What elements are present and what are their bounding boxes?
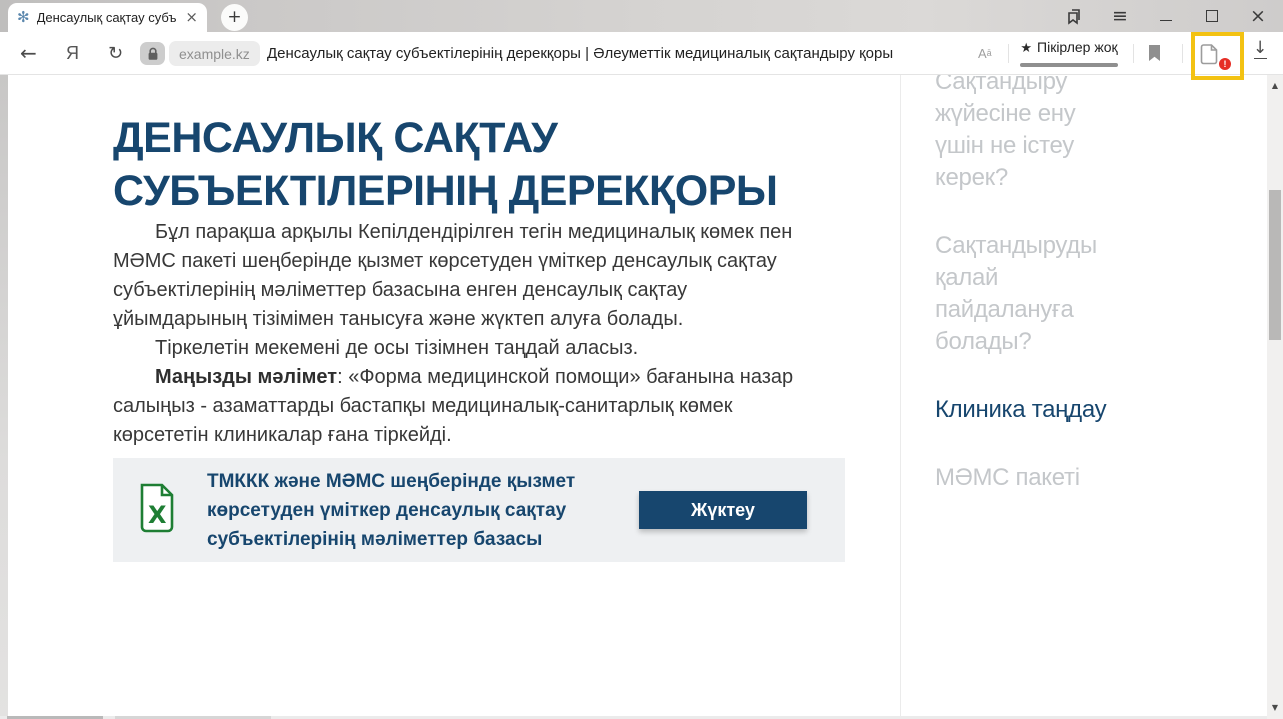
- back-button[interactable]: ←: [20, 32, 37, 74]
- refresh-button[interactable]: ↻: [108, 32, 123, 74]
- sidebar-item-mams-package[interactable]: МӘМС пакеті: [935, 462, 1117, 494]
- column-divider: [900, 75, 901, 716]
- reviews-label: Пікірлер жоқ: [1037, 39, 1118, 55]
- intro-paragraph: Бұл парақша арқылы Кепілдендірілген тегі…: [113, 218, 813, 334]
- tab-bar: ✻ Денсаулық сақтау субъ × + ≡ ×: [0, 0, 1283, 32]
- page-viewport: ДЕНСАУЛЫҚ САҚТАУ СУБЪЕКТІЛЕРІНІҢ ДЕРЕКҚО…: [0, 75, 1283, 719]
- important-note-label: Маңызды мәлімет: [155, 366, 337, 388]
- toolbar-divider: [1182, 44, 1183, 63]
- browser-toolbar: ← Я ↻ example.kz Денсаулық сақтау субъек…: [0, 32, 1283, 75]
- document-icon: [1200, 42, 1220, 66]
- sidebar-item-join-insurance[interactable]: Сақтандыру жүйесіне ену үшін не істеу ке…: [935, 75, 1117, 194]
- tab-panel-icon: [1066, 8, 1083, 25]
- secondary-paragraph: Тіркелетін мекемені де осы тізімнен таңд…: [113, 334, 813, 363]
- download-icon: ↓: [1253, 40, 1267, 57]
- download-file-label: ТМККК және МӘМС шеңберінде қызмет көрсет…: [207, 467, 607, 554]
- tab-close-icon[interactable]: ×: [185, 10, 198, 25]
- yandex-home-button[interactable]: Я: [66, 32, 79, 74]
- bookmark-button[interactable]: [1148, 45, 1161, 67]
- sidebar-item-use-insurance[interactable]: Сақтандыруды қалай пайдалануға болады?: [935, 230, 1117, 358]
- browser-tab[interactable]: ✻ Денсаулық сақтау субъ ×: [8, 3, 207, 32]
- star-icon: ★: [1020, 41, 1032, 56]
- site-reviews-button[interactable]: ★ Пікірлер жоқ: [1020, 39, 1118, 67]
- sidebar-nav: Сақтандыру жүйесіне ену үшін не істеу ке…: [935, 75, 1117, 530]
- ssl-lock-button[interactable]: [140, 42, 165, 65]
- alert-badge: !: [1218, 57, 1232, 71]
- translate-icon: A: [978, 46, 987, 61]
- download-button[interactable]: Жүктеу: [639, 491, 807, 529]
- scroll-down-icon[interactable]: ▼: [1267, 703, 1283, 712]
- download-card: X ТМККК және МӘМС шеңберінде қызмет көрс…: [113, 458, 845, 562]
- minimize-button[interactable]: [1143, 0, 1189, 32]
- main-article: ДЕНСАУЛЫҚ САҚТАУ СУБЪЕКТІЛЕРІНІҢ ДЕРЕКҚО…: [113, 112, 848, 562]
- browser-menu-button[interactable]: ≡: [1097, 0, 1143, 32]
- scroll-up-icon[interactable]: ▲: [1267, 81, 1283, 90]
- minimize-icon: [1160, 20, 1172, 21]
- excel-file-icon: X: [135, 483, 177, 538]
- svg-text:X: X: [148, 501, 167, 529]
- left-edge-strip: [0, 75, 8, 719]
- sidebar-item-choose-clinic[interactable]: Клиника таңдау: [935, 394, 1117, 426]
- toolbar-divider: [1008, 44, 1009, 63]
- hamburger-menu-icon: ≡: [1112, 7, 1128, 26]
- tab-title: Денсаулық сақтау субъ: [37, 10, 182, 25]
- maximize-icon: [1206, 10, 1218, 22]
- lock-icon: [147, 47, 159, 61]
- bookmark-flag-icon: [1148, 45, 1161, 62]
- reviews-underline: [1020, 63, 1118, 67]
- site-favicon-icon: ✻: [17, 10, 30, 25]
- important-note: Маңызды мәлімет: «Форма медицинской помо…: [113, 363, 813, 450]
- close-window-button[interactable]: ×: [1235, 0, 1281, 32]
- translate-button[interactable]: Aā: [978, 32, 992, 74]
- address-bar-title[interactable]: Денсаулық сақтау субъектілерінің дерекқо…: [267, 32, 893, 74]
- vertical-scrollbar[interactable]: ▲ ▼: [1267, 75, 1283, 719]
- close-icon: ×: [1250, 7, 1266, 26]
- tab-panel-button[interactable]: [1051, 0, 1097, 32]
- new-tab-button[interactable]: +: [221, 4, 248, 31]
- page-info-button[interactable]: !: [1200, 42, 1228, 68]
- vertical-scrollbar-thumb[interactable]: [1269, 190, 1281, 340]
- downloads-button[interactable]: ↓: [1253, 40, 1267, 59]
- page-heading: ДЕНСАУЛЫҚ САҚТАУ СУБЪЕКТІЛЕРІНІҢ ДЕРЕКҚО…: [113, 112, 813, 218]
- toolbar-divider: [1133, 44, 1134, 63]
- window-controls: ≡ ×: [1051, 0, 1281, 32]
- url-domain[interactable]: example.kz: [169, 41, 260, 66]
- maximize-button[interactable]: [1189, 0, 1235, 32]
